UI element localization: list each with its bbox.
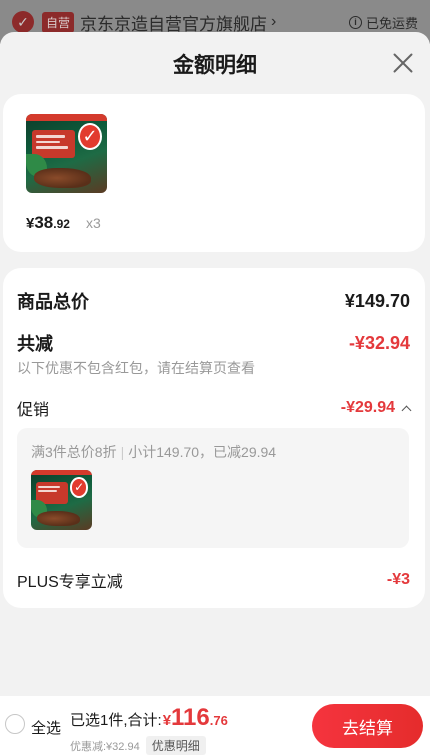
divider: | xyxy=(120,444,125,460)
total-reduction-label: 共减 xyxy=(17,334,53,354)
select-all-label[interactable]: 全选 xyxy=(31,717,61,738)
store-name[interactable]: 京东京造自营官方旗舰店 xyxy=(80,10,267,35)
plus-discount-value: -¥3 xyxy=(386,571,410,588)
product-quantity: x3 xyxy=(85,215,101,231)
total-integer: 116 xyxy=(171,704,210,731)
discount-amount: 优惠减:¥32.94 xyxy=(70,740,140,753)
total-price-row: 商品总价 ¥149.70 xyxy=(17,288,410,314)
chevron-up-icon[interactable] xyxy=(401,405,412,415)
info-icon: i xyxy=(348,15,362,29)
promotion-rule: 满3件总价8折 | 小计149.70，已减29.94 xyxy=(31,442,276,462)
total-label: 已选1件,合计: xyxy=(70,712,162,729)
amount-detail-sheet: 金额明细 ✓ ¥ 38 .92 x3 商品总价 ¥149.70 共减 -¥32.… xyxy=(0,32,430,700)
promotion-product-image[interactable]: ✓ xyxy=(31,470,92,530)
product-image[interactable]: ✓ xyxy=(26,114,107,193)
promotion-summary: 小计149.70，已减29.94 xyxy=(128,444,277,460)
checkout-bar: 全选 已选1件,合计: ¥ 116 .76 优惠减:¥32.94 优惠明细 去结… xyxy=(0,696,430,756)
total-price-value: ¥149.70 xyxy=(344,290,410,311)
discount-line: 优惠减:¥32.94 优惠明细 xyxy=(70,736,206,755)
total-reduction-value: -¥32.94 xyxy=(348,332,410,353)
select-all-radio[interactable] xyxy=(5,714,25,734)
order-total: 已选1件,合计: ¥ 116 .76 xyxy=(70,704,228,732)
promotion-label: 促销 xyxy=(17,402,50,419)
promotion-row[interactable]: 促销 -¥29.94 xyxy=(17,396,412,420)
check-badge-icon: ✓ xyxy=(77,123,103,151)
total-reduction-row: 共减 -¥32.94 xyxy=(17,330,410,356)
promotion-value-group[interactable]: -¥29.94 xyxy=(340,399,412,417)
sheet-title: 金额明细 xyxy=(173,54,257,77)
product-price: ¥ 38 .92 x3 xyxy=(26,213,101,233)
price-decimal: .92 xyxy=(53,217,70,231)
price-symbol: ¥ xyxy=(26,215,35,232)
check-badge-icon: ✓ xyxy=(70,477,89,498)
store-chevron-icon: › xyxy=(271,13,277,30)
promotion-value: -¥29.94 xyxy=(340,399,395,416)
free-shipping: i 已免运费 xyxy=(348,13,418,32)
total-price-label: 商品总价 xyxy=(17,292,89,312)
close-icon[interactable] xyxy=(390,50,416,76)
store-check-icon[interactable]: ✓ xyxy=(12,11,34,33)
free-shipping-label: 已免运费 xyxy=(365,15,418,31)
total-symbol: ¥ xyxy=(162,712,172,729)
plus-discount-label: PLUS专享立减 xyxy=(17,574,123,591)
product-card: ✓ ¥ 38 .92 x3 xyxy=(3,94,425,252)
discount-detail-link[interactable]: 优惠明细 xyxy=(145,736,206,755)
total-decimal: .76 xyxy=(209,713,228,728)
price-integer: 38 xyxy=(34,213,54,232)
promotion-rule-label: 满3件总价8折 xyxy=(31,444,117,460)
plus-discount-row: PLUS专享立减 -¥3 xyxy=(17,568,410,592)
reduction-note: 以下优惠不包含红包，请在结算页查看 xyxy=(17,360,255,376)
self-operated-tag: 自营 xyxy=(42,11,75,33)
checkout-button[interactable]: 去结算 xyxy=(312,704,423,748)
price-detail-card: 商品总价 ¥149.70 共减 -¥32.94 以下优惠不包含红包，请在结算页查… xyxy=(3,268,425,608)
